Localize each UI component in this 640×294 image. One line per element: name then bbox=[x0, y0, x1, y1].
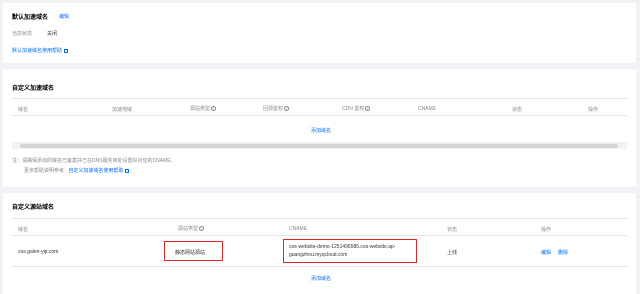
row-status: 上线 bbox=[447, 250, 458, 256]
col-origin-type-label: 源站类型 bbox=[178, 226, 199, 232]
divider bbox=[12, 218, 627, 219]
col-domain: 域名 bbox=[18, 107, 29, 113]
cname-highlight bbox=[283, 239, 417, 263]
external-link-icon bbox=[64, 48, 69, 53]
custom-cdn-card: 自定义加速域名 域名 加速地域 源站类型 i 回源鉴权 i CDN 鉴权 i CNAM… bbox=[3, 69, 636, 187]
divider bbox=[12, 98, 627, 99]
col-status: 状态 bbox=[447, 227, 458, 233]
custom-origin-title: 自定义源站域名 bbox=[12, 205, 55, 211]
divider bbox=[12, 235, 627, 236]
horizontal-scrollbar[interactable] bbox=[12, 142, 627, 149]
row-delete-link[interactable]: 删除 bbox=[558, 249, 568, 256]
col-origin-type-label: 源站类型 bbox=[190, 106, 211, 112]
info-icon[interactable]: i bbox=[284, 106, 290, 112]
default-domain-edit-link[interactable]: 编辑 bbox=[59, 13, 69, 20]
row-cname-line-1: cos-website-demo-1251496585.cos-website.… bbox=[289, 244, 396, 250]
row-edit-link[interactable]: 编辑 bbox=[541, 249, 551, 256]
external-link-icon bbox=[125, 168, 130, 173]
col-origin-auth-label: 回源鉴权 bbox=[263, 106, 284, 112]
info-icon[interactable]: i bbox=[365, 106, 371, 112]
col-actions: 操作 bbox=[541, 227, 552, 233]
status-value: 关闭 bbox=[47, 31, 58, 37]
col-cname: CNAME bbox=[418, 106, 437, 112]
note-line-2: 更多帮助说明参考 自定义加速域名使用帮助 bbox=[24, 167, 130, 174]
custom-origin-card: 自定义源站域名 域名 源站类型 i CNAME 状态 操作 cos.galen-y… bbox=[3, 193, 636, 294]
row-domain: cos.galen-yip.com bbox=[18, 249, 59, 255]
default-domain-title: 默认加速域名 bbox=[12, 15, 49, 21]
col-cdn-auth-label: CDN 鉴权 bbox=[342, 106, 365, 112]
note-line-2-prefix: 更多帮助说明参考 bbox=[24, 168, 65, 174]
divider bbox=[12, 115, 627, 116]
default-domain-card: 默认加速域名 编辑 当前状态 关闭 默认加速域名使用帮助 bbox=[3, 3, 636, 63]
scrollbar-thumb[interactable] bbox=[20, 143, 618, 148]
info-icon[interactable]: i bbox=[199, 226, 205, 232]
status-label: 当前状态 bbox=[12, 31, 33, 37]
col-region: 加速地域 bbox=[112, 107, 133, 113]
col-origin-type: 源站类型 i bbox=[178, 225, 205, 232]
divider bbox=[12, 266, 627, 267]
col-origin-type: 源站类型 i bbox=[190, 105, 217, 112]
default-domain-help[interactable]: 默认加速域名使用帮助 bbox=[12, 47, 69, 54]
add-cdn-domain-link[interactable]: 添加域名 bbox=[311, 127, 331, 134]
row-origin-type: 静态网站源站 bbox=[175, 250, 206, 256]
row-cname-line-2: guangzhou.myqcloud.com bbox=[289, 252, 348, 258]
col-status: 状态 bbox=[512, 107, 523, 113]
col-domain: 域名 bbox=[18, 227, 29, 233]
col-actions: 操作 bbox=[588, 107, 599, 113]
col-cname: CNAME bbox=[289, 226, 308, 232]
col-origin-auth: 回源鉴权 i bbox=[263, 105, 290, 112]
note-line-1: 注：请确保添加的域名已备案并已在DNS服务商处设置好对应的CNAME。 bbox=[12, 158, 176, 164]
default-domain-help-link[interactable]: 默认加速域名使用帮助 bbox=[12, 48, 62, 54]
custom-cdn-title: 自定义加速域名 bbox=[12, 86, 55, 92]
col-cdn-auth: CDN 鉴权 i bbox=[342, 105, 371, 112]
custom-cdn-help-link[interactable]: 自定义加速域名使用帮助 bbox=[68, 168, 123, 174]
add-origin-domain-link[interactable]: 添加域名 bbox=[311, 275, 331, 282]
info-icon[interactable]: i bbox=[211, 106, 217, 112]
